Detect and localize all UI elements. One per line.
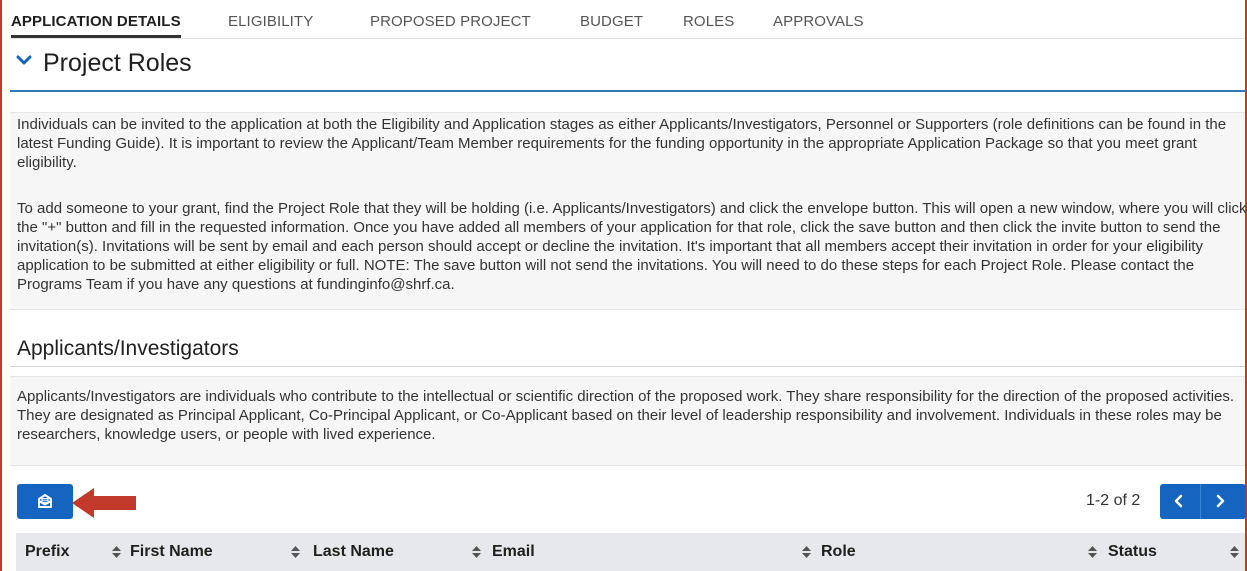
column-header-status[interactable]: Status [1108, 543, 1157, 561]
sort-icon[interactable] [291, 546, 300, 558]
tab-roles[interactable]: ROLES [683, 0, 734, 36]
sort-icon[interactable] [1230, 546, 1239, 558]
sort-icon[interactable] [1088, 546, 1097, 558]
tab-proposed-project[interactable]: PROPOSED PROJECT [370, 0, 531, 36]
sort-icon[interactable] [112, 546, 121, 558]
column-header-first-name[interactable]: First Name [130, 543, 213, 561]
section-header[interactable]: Project Roles [10, 45, 1245, 92]
next-page-button[interactable] [1200, 484, 1246, 519]
instructions-box: Individuals can be invited to the applic… [10, 112, 1247, 310]
invite-button[interactable] [17, 484, 73, 519]
tab-divider [10, 38, 1245, 39]
role-description-box: Applicants/Investigators are individuals… [10, 376, 1245, 466]
sort-icon[interactable] [802, 546, 811, 558]
annotation-frame-left [0, 0, 2, 571]
chevron-down-icon[interactable] [16, 52, 32, 68]
tab-eligibility[interactable]: ELIGIBILITY [228, 0, 313, 36]
role-group-header: Applicants/Investigators [10, 332, 1245, 367]
chevron-right-icon [1216, 494, 1225, 508]
annotation-arrow-icon [72, 488, 136, 518]
section-title: Project Roles [43, 49, 192, 77]
sort-icon[interactable] [472, 546, 481, 558]
column-header-prefix[interactable]: Prefix [25, 543, 69, 561]
pager-count: 1-2 of 2 [1086, 492, 1141, 509]
column-header-email[interactable]: Email [492, 543, 535, 561]
tab-application-details[interactable]: APPLICATION DETAILS [11, 0, 181, 38]
tab-budget[interactable]: BUDGET [580, 0, 643, 36]
instructions-paragraph-1: Individuals can be invited to the applic… [17, 116, 1227, 171]
tab-approvals[interactable]: APPROVALS [773, 0, 864, 36]
table-header: Prefix First Name Last Name Email Role S… [16, 533, 1245, 571]
previous-page-button[interactable] [1160, 484, 1200, 519]
role-group-title: Applicants/Investigators [17, 337, 239, 360]
envelope-icon [38, 494, 52, 508]
column-header-role[interactable]: Role [821, 543, 856, 561]
tab-bar: APPLICATION DETAILS ELIGIBILITY PROPOSED… [10, 0, 1247, 38]
role-description: Applicants/Investigators are individuals… [17, 388, 1235, 443]
chevron-left-icon [1174, 494, 1183, 508]
instructions-paragraph-2: To add someone to your grant, find the P… [17, 200, 1247, 293]
column-header-last-name[interactable]: Last Name [313, 543, 394, 561]
